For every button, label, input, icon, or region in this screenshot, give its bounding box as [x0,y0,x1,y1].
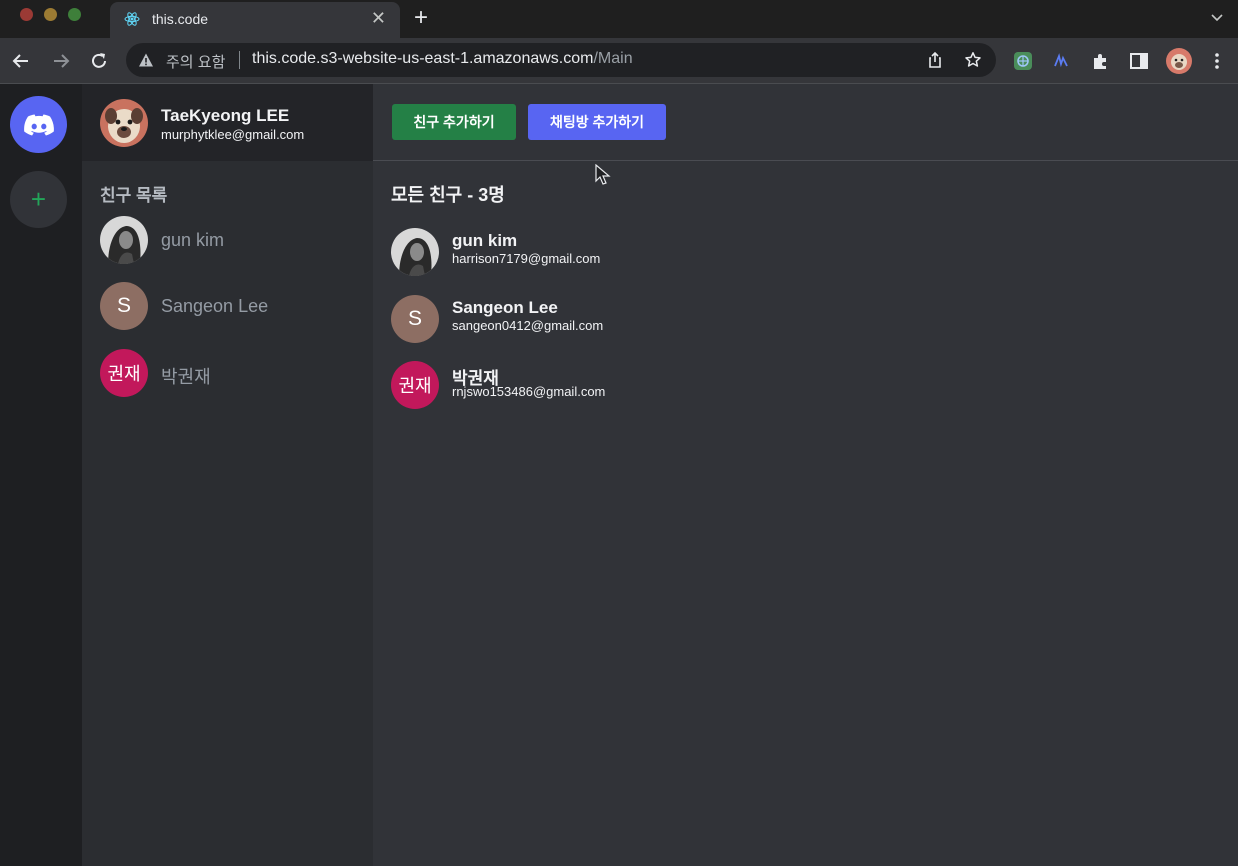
all-friends-heading: 모든 친구 - 3명 [391,185,505,205]
friend-name: 박권재 [161,367,211,387]
mouse-cursor-icon [595,164,611,185]
contact-email: sangeon0412@gmail.com [452,318,604,333]
friend-list-heading: 친구 목록 [100,186,168,205]
browser-tab-bar: this.code ✕ + [0,0,1238,38]
contact-row[interactable]: 권재 박권재 rnjswo153486@gmail.com [391,361,891,411]
sidebar-friend-item[interactable]: 권재 박권재 [100,349,360,399]
bookmark-star-icon[interactable] [964,51,982,69]
add-server-button[interactable]: + [10,171,67,228]
tab-title: this.code [152,11,209,27]
share-icon[interactable] [926,51,944,69]
new-tab-button[interactable]: + [414,4,428,32]
contact-avatar [391,228,439,276]
sidebar-friend-item[interactable]: S Sangeon Lee [100,282,360,332]
browser-tab[interactable]: this.code ✕ [110,2,400,38]
friend-avatar: 권재 [100,349,148,397]
friends-sidebar: TaeKyeong LEE murphytklee@gmail.com 친구 목… [82,84,373,866]
address-divider [239,51,240,69]
side-panel-icon[interactable] [1128,50,1150,72]
contact-row[interactable]: S Sangeon Lee sangeon0412@gmail.com [391,295,891,345]
translate-extension-icon[interactable] [1012,50,1034,72]
contact-row[interactable]: gun kim harrison7179@gmail.com [391,228,891,278]
friend-name: gun kim [161,230,225,250]
pug-avatar-icon [100,99,148,147]
profile-avatar-icon[interactable] [1166,48,1192,74]
contact-name: Sangeon Lee [452,298,558,317]
contact-avatar: S [391,295,439,343]
url-path: /Main [593,50,633,67]
contact-avatar: 권재 [391,361,439,409]
user-avatar[interactable] [100,99,148,147]
friend-name: Sangeon Lee [161,296,269,316]
window-minimize-button[interactable] [44,8,57,21]
server-rail: + [0,84,82,866]
home-button[interactable] [10,96,67,153]
add-chatroom-button[interactable]: 채팅방 추가하기 [528,104,666,140]
friend-avatar: S [100,282,148,330]
react-favicon-icon [124,12,140,26]
user-email: murphytklee@gmail.com [161,127,305,142]
tab-close-icon[interactable]: ✕ [371,8,386,29]
window-close-button[interactable] [20,8,33,21]
contact-email: rnjswo153486@gmail.com [452,384,606,399]
reload-icon[interactable] [88,50,110,72]
photo-avatar-icon [391,228,439,276]
window-zoom-button[interactable] [68,8,81,21]
user-name: TaeKyeong LEE [161,106,290,125]
address-bar[interactable]: 주의 요함 this.code.s3-website-us-east-1.ama… [126,43,996,77]
browser-toolbar: 주의 요함 this.code.s3-website-us-east-1.ama… [0,38,1238,84]
app-root: + TaeKyeong LEE murphytklee@gmail.com 친구… [0,84,1238,866]
main-panel: 친구 추가하기 채팅방 추가하기 모든 친구 - 3명 gun kim harr… [373,84,1238,866]
add-friend-button[interactable]: 친구 추가하기 [392,104,516,140]
forward-arrow-icon[interactable] [50,50,72,72]
main-header: 친구 추가하기 채팅방 추가하기 [373,84,1238,161]
friend-avatar [100,216,148,264]
contact-email: harrison7179@gmail.com [452,251,601,266]
security-warning-label[interactable]: 주의 요함 [166,51,225,72]
url-text[interactable]: this.code.s3-website-us-east-1.amazonaws… [252,50,633,68]
sidebar-friend-item[interactable]: gun kim [100,216,360,266]
url-host: this.code.s3-website-us-east-1.amazonaws… [252,50,594,67]
user-profile-panel: TaeKyeong LEE murphytklee@gmail.com [82,84,373,161]
photo-avatar-icon [100,216,148,264]
discord-logo-icon [23,114,54,135]
back-arrow-icon[interactable] [10,50,32,72]
tab-search-chevron-icon[interactable] [1210,10,1224,24]
browser-menu-icon[interactable] [1206,50,1228,72]
wave-extension-icon[interactable] [1050,50,1072,72]
contact-name: gun kim [452,231,518,250]
warning-triangle-icon[interactable] [138,52,154,68]
puzzle-extensions-icon[interactable] [1090,50,1112,72]
